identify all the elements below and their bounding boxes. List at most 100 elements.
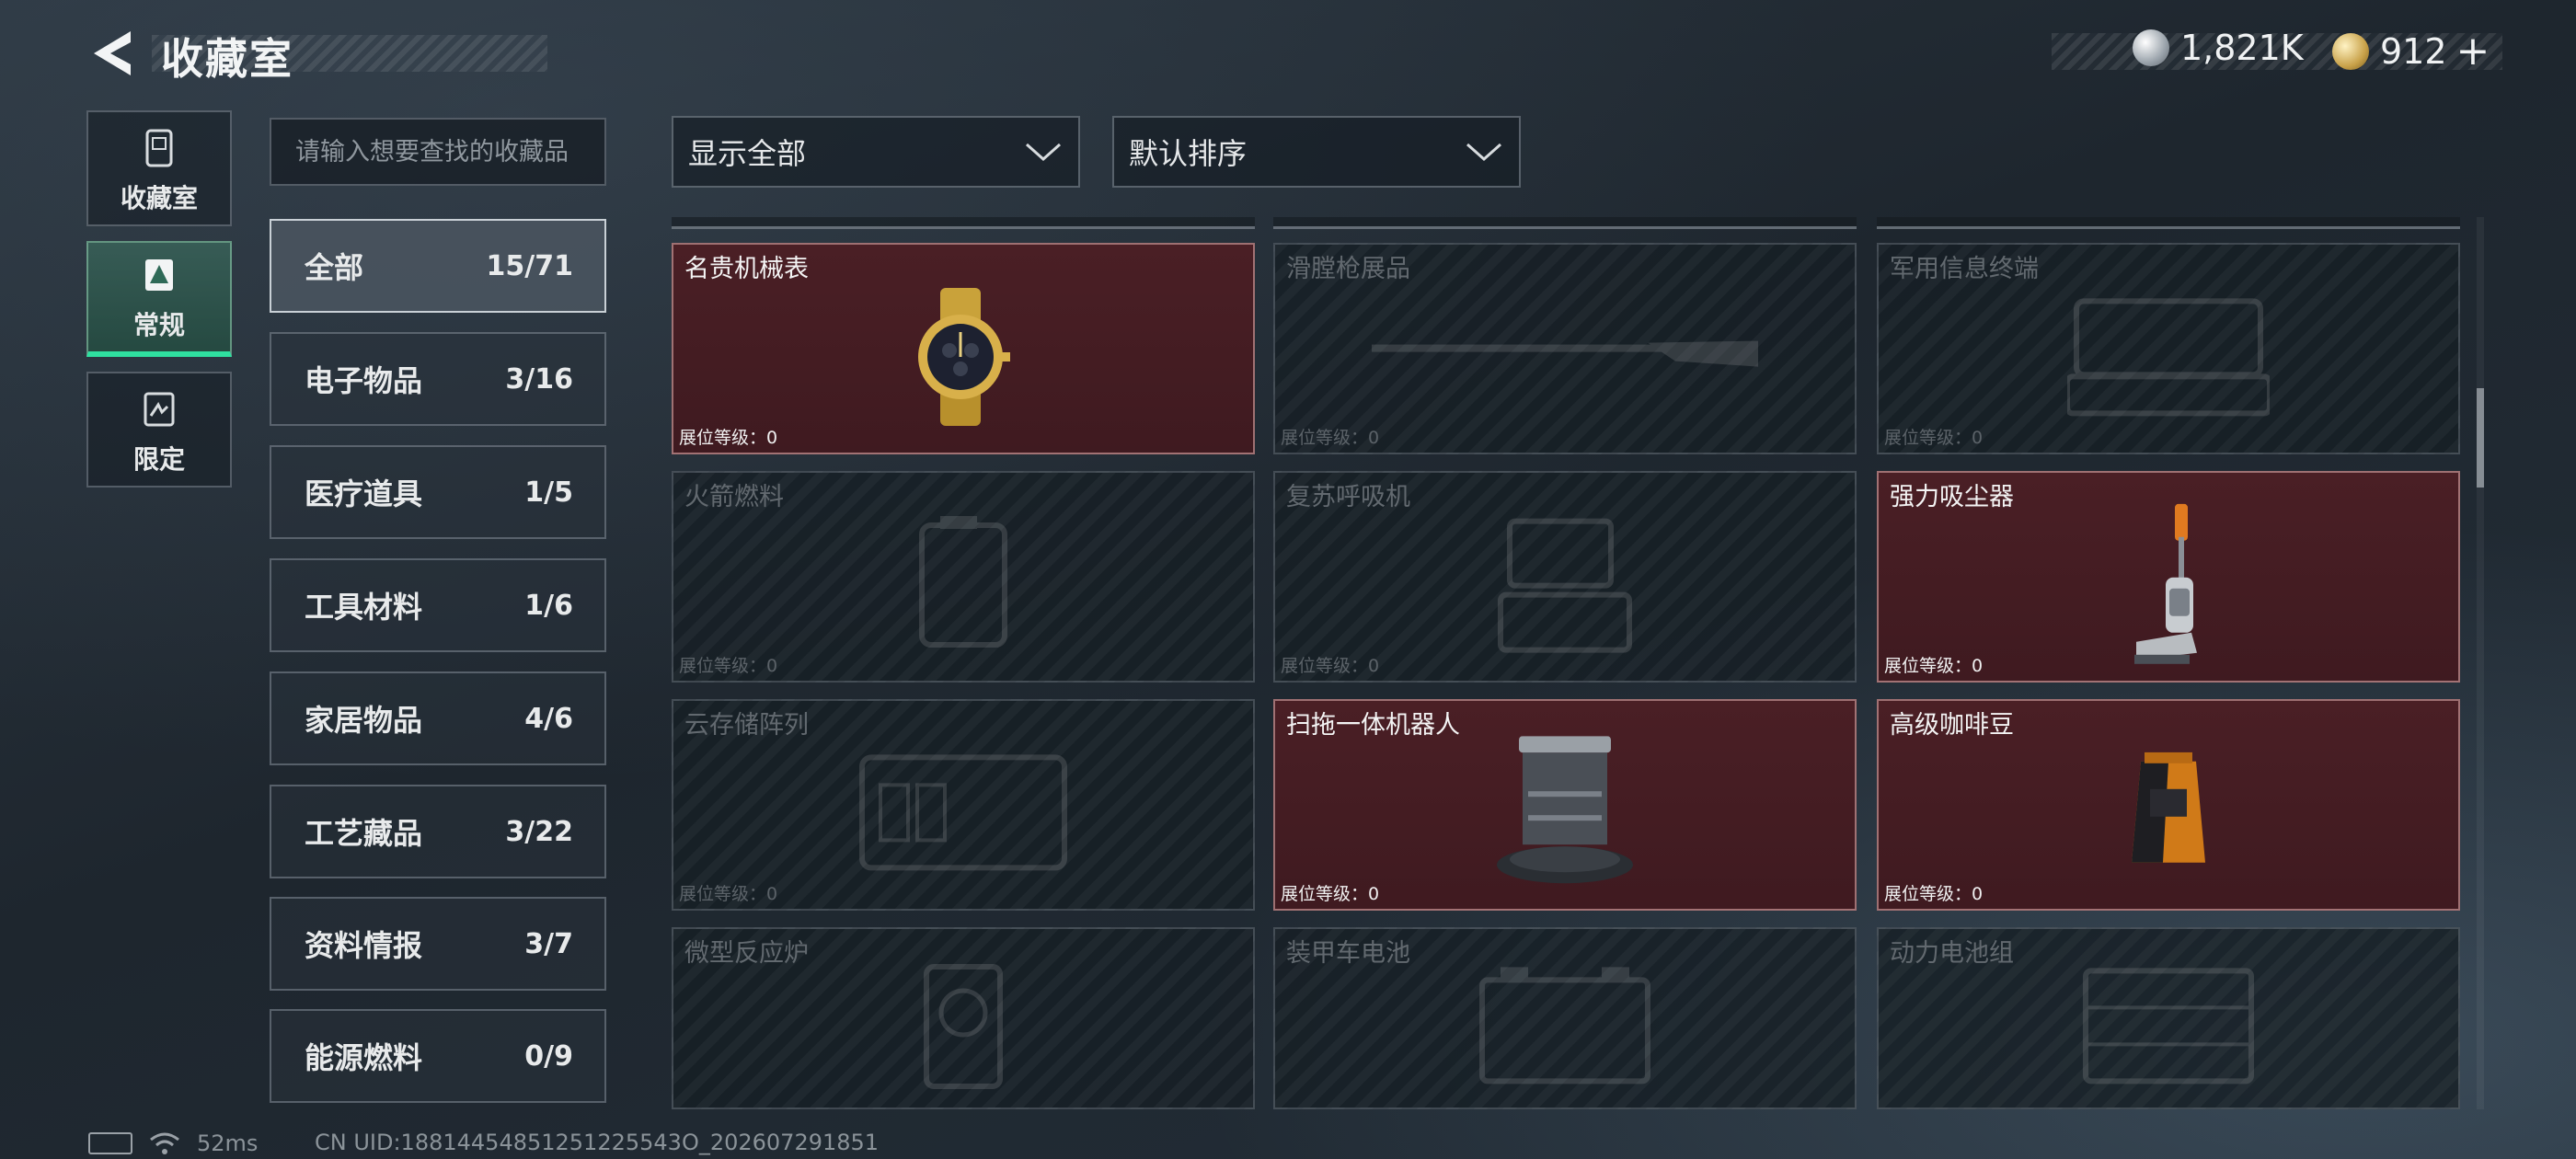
category-tools[interactable]: 工具材料 1/6	[270, 558, 606, 652]
side-nav-label: 限定	[132, 444, 185, 475]
card-above-partial	[1877, 217, 2460, 229]
exhibit-level: 展位等级：0	[679, 656, 778, 676]
card-above-partial	[672, 217, 1255, 229]
item-name: 军用信息终端	[1890, 255, 2039, 283]
item-name: 云存储阵列	[684, 711, 809, 740]
ping-value: 52ms	[197, 1130, 259, 1156]
exhibit-level: 展位等级：0	[1281, 884, 1380, 904]
category-label: 工艺藏品	[305, 816, 423, 851]
side-nav-label: 收藏室	[120, 183, 198, 213]
exhibit-level: 展位等级：0	[1884, 656, 1984, 676]
coffee-bag-icon	[2132, 752, 2205, 863]
item-card-military-terminal[interactable]: 军用信息终端 展位等级：0	[1877, 243, 2460, 454]
side-nav-label: 常规	[132, 310, 185, 340]
gold-coin-icon	[2332, 32, 2369, 70]
storage-array-icon	[859, 754, 1067, 871]
item-card-micro-reactor[interactable]: 微型反应炉	[672, 927, 1255, 1109]
category-all[interactable]: 全部 15/71	[270, 219, 606, 313]
exhibit-level: 展位等级：0	[679, 428, 778, 448]
limited-icon	[144, 392, 175, 427]
category-count: 1/5	[524, 476, 573, 509]
battery-icon	[1479, 967, 1650, 1084]
item-name: 动力电池组	[1890, 939, 2014, 968]
category-count: 1/6	[524, 589, 573, 622]
category-count: 15/71	[486, 249, 573, 282]
display-filter-dropdown[interactable]: 显示全部	[672, 116, 1080, 188]
item-name: 名贵机械表	[684, 255, 809, 283]
item-card-luxury-watch[interactable]: 名贵机械表 展位等级：0	[672, 243, 1255, 454]
side-nav-regular[interactable]: 常规	[86, 241, 232, 357]
exhibit-level: 展位等级：0	[1884, 884, 1984, 904]
category-household[interactable]: 家居物品 4/6	[270, 671, 606, 765]
category-count: 3/22	[505, 815, 573, 848]
item-card-vacuum-cleaner[interactable]: 强力吸尘器 展位等级：0	[1877, 471, 2460, 683]
category-label: 能源燃料	[305, 1040, 423, 1075]
category-label: 工具材料	[305, 590, 423, 625]
header: 收藏室 1,821K 912 +	[0, 0, 2576, 110]
item-name: 火箭燃料	[684, 483, 784, 511]
chevron-down-icon	[1466, 143, 1501, 162]
exhibit-level: 展位等级：0	[1281, 656, 1380, 676]
category-electronics[interactable]: 电子物品 3/16	[270, 332, 606, 426]
collection-room-icon	[145, 129, 173, 167]
item-name: 微型反应炉	[684, 939, 809, 968]
reactor-icon	[924, 964, 1003, 1089]
chevron-down-icon	[1026, 143, 1061, 162]
side-nav-limited[interactable]: 限定	[86, 372, 232, 488]
add-currency-button[interactable]: +	[2456, 28, 2490, 75]
silver-currency-value: 1,821K	[2180, 28, 2304, 68]
category-medical[interactable]: 医疗道具 1/5	[270, 445, 606, 539]
item-name: 高级咖啡豆	[1890, 711, 2014, 740]
category-count: 3/7	[524, 927, 573, 960]
scrollbar-thumb[interactable]	[2477, 388, 2484, 488]
category-count: 3/16	[505, 362, 573, 396]
card-above-partial	[1273, 217, 1857, 229]
item-card-cloud-storage[interactable]: 云存储阵列 展位等级：0	[672, 699, 1255, 911]
fuel-can-icon	[919, 516, 1007, 648]
page-title: 收藏室	[161, 34, 293, 84]
item-name: 装甲车电池	[1286, 939, 1410, 968]
side-nav-collection-room[interactable]: 收藏室	[86, 110, 232, 226]
category-crafts[interactable]: 工艺藏品 3/22	[270, 785, 606, 878]
sort-dropdown[interactable]: 默认排序	[1112, 116, 1521, 188]
category-count: 0/9	[524, 1039, 573, 1073]
item-name: 强力吸尘器	[1890, 483, 2014, 511]
musket-icon	[1372, 340, 1758, 367]
category-label: 全部	[305, 250, 364, 285]
category-count: 4/6	[524, 702, 573, 735]
grid-scrollbar[interactable]	[2477, 217, 2484, 1109]
item-card-ventilator[interactable]: 复苏呼吸机 展位等级：0	[1273, 471, 1857, 683]
watch-icon	[918, 288, 1010, 426]
back-arrow-icon[interactable]	[83, 24, 142, 83]
collection-grid[interactable]: 名贵机械表 展位等级：0 滑膛枪展品 展位等级：0 军用信息终端 展位等级：0	[672, 217, 2460, 1109]
item-name: 滑膛枪展品	[1286, 255, 1410, 283]
category-energy[interactable]: 能源燃料 0/9	[270, 1009, 606, 1103]
item-card-rocket-fuel[interactable]: 火箭燃料 展位等级：0	[672, 471, 1255, 683]
category-label: 家居物品	[305, 703, 423, 738]
item-card-robot-vacuum[interactable]: 扫拖一体机器人 展位等级：0	[1273, 699, 1857, 911]
battery-pack-icon	[2083, 968, 2254, 1084]
category-label: 电子物品	[305, 363, 423, 398]
vacuum-cleaner-icon	[2134, 503, 2197, 664]
status-bar: 52ms	[88, 1130, 258, 1157]
display-filter-value: 显示全部	[688, 136, 807, 171]
gold-currency[interactable]: 912 +	[2332, 28, 2490, 75]
item-card-armored-battery[interactable]: 装甲车电池	[1273, 927, 1857, 1109]
robot-vacuum-icon	[1497, 736, 1633, 884]
user-uid: CN UID:18814454851251225543O_20260729185…	[315, 1130, 880, 1155]
item-name: 复苏呼吸机	[1286, 483, 1410, 511]
search-input[interactable]	[270, 118, 606, 186]
item-name: 扫拖一体机器人	[1286, 711, 1460, 740]
battery-charging-icon	[88, 1132, 132, 1154]
terminal-icon	[2067, 298, 2270, 417]
exhibit-level: 展位等级：0	[1884, 428, 1984, 448]
gold-currency-value: 912	[2380, 30, 2447, 72]
item-card-musket[interactable]: 滑膛枪展品 展位等级：0	[1273, 243, 1857, 454]
category-label: 资料情报	[305, 928, 423, 963]
regular-icon	[145, 259, 173, 291]
category-label: 医疗道具	[305, 476, 423, 511]
item-card-coffee-beans[interactable]: 高级咖啡豆 展位等级：0	[1877, 699, 2460, 911]
item-card-power-battery-pack[interactable]: 动力电池组	[1877, 927, 2460, 1109]
wifi-icon	[150, 1132, 179, 1154]
category-intel[interactable]: 资料情报 3/7	[270, 897, 606, 991]
